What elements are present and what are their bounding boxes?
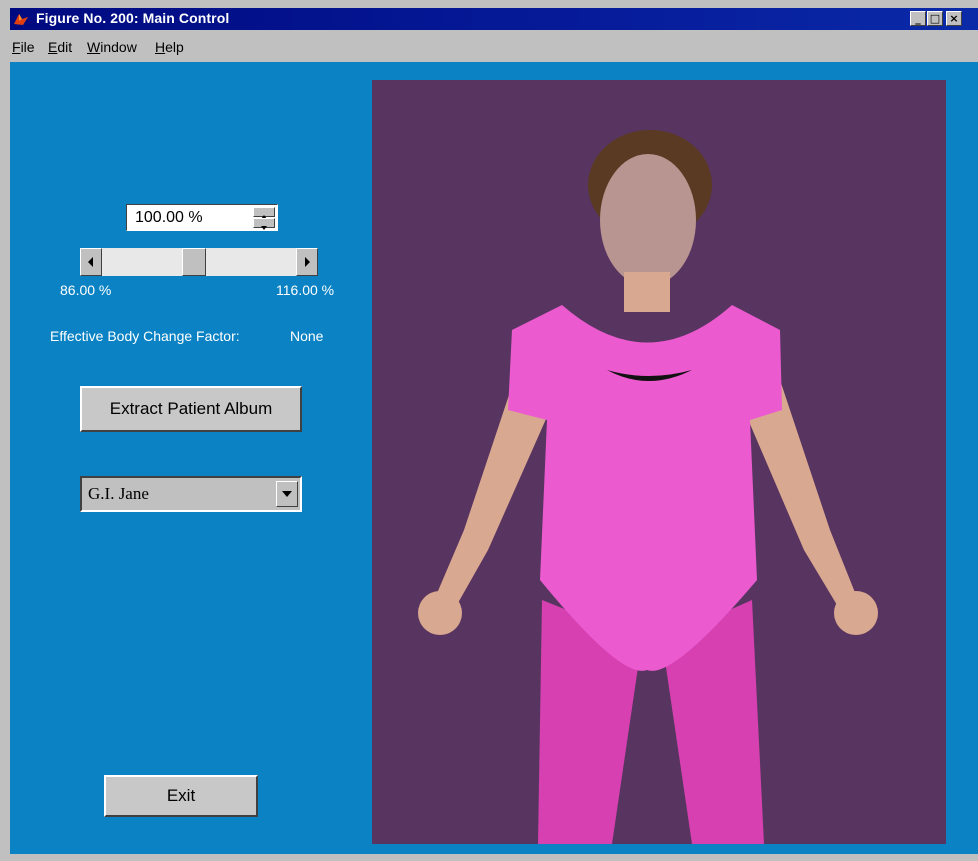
- arrow-right-icon: [305, 257, 310, 267]
- slider-max-label: 116.00 %: [276, 282, 335, 298]
- scale-slider[interactable]: [80, 248, 318, 276]
- slider-right-button[interactable]: [296, 248, 318, 276]
- minimize-button[interactable]: _: [910, 11, 926, 26]
- scale-value: 100.00 %: [135, 209, 203, 226]
- slider-min-label: 86.00 %: [60, 282, 112, 298]
- patient-select[interactable]: G.I. Jane: [80, 476, 302, 512]
- slider-thumb[interactable]: [182, 248, 206, 276]
- arrow-left-icon: [88, 257, 93, 267]
- spin-up-button[interactable]: [253, 207, 275, 219]
- extract-patient-album-button[interactable]: Extract Patient Album: [80, 386, 302, 432]
- main-window: Figure No. 200: Main Control _ □ × File …: [0, 0, 978, 861]
- body-change-value: None: [290, 328, 324, 344]
- menu-edit[interactable]: Edit: [48, 39, 72, 55]
- exit-button[interactable]: Exit: [104, 775, 258, 817]
- window-title: Figure No. 200: Main Control: [36, 10, 230, 26]
- chevron-down-icon: [282, 491, 292, 497]
- patient-image: [372, 80, 946, 844]
- title-bar[interactable]: Figure No. 200: Main Control _ □ ×: [10, 8, 978, 30]
- arrow-down-icon: [261, 226, 267, 230]
- dropdown-button[interactable]: [276, 481, 298, 507]
- patient-photo-icon: [418, 130, 878, 844]
- body-change-label: Effective Body Change Factor:: [50, 328, 240, 344]
- close-button[interactable]: ×: [946, 11, 962, 26]
- menu-bar: File Edit Window Help: [10, 30, 978, 62]
- maximize-button[interactable]: □: [927, 11, 943, 26]
- spin-down-button[interactable]: [253, 218, 275, 230]
- patient-select-value: G.I. Jane: [88, 484, 149, 503]
- menu-file[interactable]: File: [12, 39, 35, 55]
- scale-spinbox[interactable]: 100.00 %: [126, 204, 278, 231]
- menu-help[interactable]: Help: [155, 39, 184, 55]
- menu-window[interactable]: Window: [87, 39, 137, 55]
- matlab-logo-icon: [14, 14, 28, 25]
- slider-left-button[interactable]: [80, 248, 102, 276]
